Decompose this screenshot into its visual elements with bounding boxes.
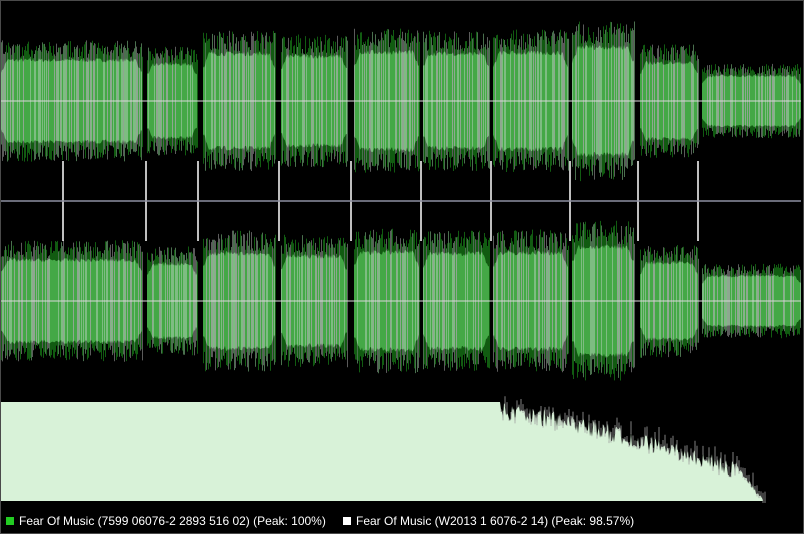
waveform-comparison-window: Fear Of Music (7599 06076-2 2893 516 02)… bbox=[0, 0, 804, 534]
legend-bar: Fear Of Music (7599 06076-2 2893 516 02)… bbox=[1, 510, 801, 530]
legend-swatch-1 bbox=[5, 516, 15, 526]
legend-label-2: Fear Of Music (W2013 1 6076-2 14) (Peak:… bbox=[356, 514, 635, 528]
legend-label-1: Fear Of Music (7599 06076-2 2893 516 02)… bbox=[19, 514, 326, 528]
waveform-display bbox=[1, 1, 801, 503]
legend-swatch-2 bbox=[342, 516, 352, 526]
